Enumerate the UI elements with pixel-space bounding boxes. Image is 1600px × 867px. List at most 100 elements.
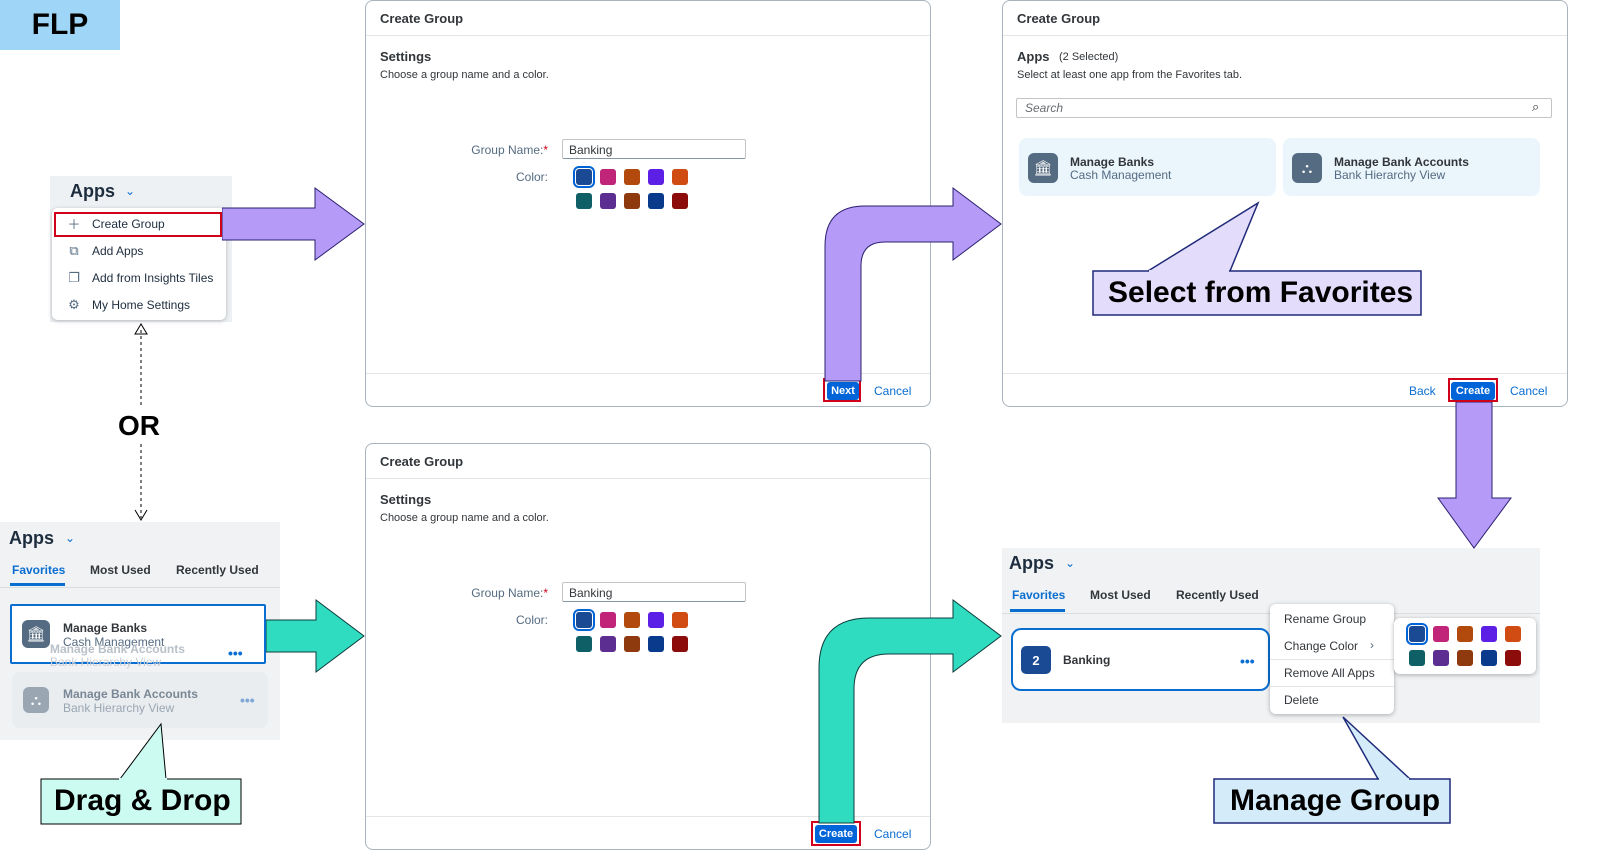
color-swatch[interactable]: [672, 636, 688, 652]
color-swatch[interactable]: [624, 169, 640, 185]
color-swatch[interactable]: [1481, 650, 1497, 666]
color-swatch[interactable]: [672, 169, 688, 185]
color-swatch[interactable]: [576, 636, 592, 652]
search-input[interactable]: Search: [1016, 98, 1552, 118]
color-swatch[interactable]: [672, 193, 688, 209]
cancel-button[interactable]: Cancel: [874, 827, 911, 841]
teal-arrow-bent: [818, 599, 1002, 824]
tab-recently-used[interactable]: Recently Used: [176, 563, 259, 577]
chevron-right-icon: ›: [1370, 638, 1374, 652]
menu-divider: [1270, 686, 1394, 687]
create-highlight: [1448, 378, 1498, 402]
color-swatch[interactable]: [1505, 650, 1521, 666]
tab-divider: [0, 587, 280, 588]
cancel-button[interactable]: Cancel: [1510, 384, 1547, 398]
group-count-badge: 2: [1021, 646, 1051, 674]
menu-item-label: Add Apps: [92, 243, 144, 258]
chevron-down-icon[interactable]: ⌄: [125, 184, 135, 198]
tab-most-used[interactable]: Most Used: [1090, 588, 1151, 602]
color-swatch[interactable]: [600, 636, 616, 652]
add-app-icon: ⧉: [69, 242, 79, 258]
teal-arrow-right: [266, 599, 365, 673]
menu-item-home-settings[interactable]: ⚙ My Home Settings: [52, 291, 226, 318]
chevron-down-icon[interactable]: ⌄: [1065, 556, 1075, 570]
apps-title: Apps: [9, 528, 54, 548]
copy-icon: ❐: [68, 269, 80, 285]
color-swatch[interactable]: [624, 193, 640, 209]
back-button[interactable]: Back: [1409, 384, 1436, 398]
color-swatch[interactable]: [573, 609, 595, 631]
section-subtitle: Select at least one app from the Favorit…: [1017, 69, 1243, 81]
color-swatch[interactable]: [1457, 626, 1473, 642]
dialog-title: Create Group: [380, 454, 464, 469]
tab-recently-used[interactable]: Recently Used: [1176, 588, 1259, 602]
tile-subtitle: Cash Management: [1070, 168, 1172, 182]
color-swatch[interactable]: [1481, 626, 1497, 642]
color-swatch[interactable]: [1406, 623, 1428, 645]
manage-group-label: Manage Group: [1230, 784, 1441, 817]
more-icon[interactable]: •••: [1240, 653, 1255, 669]
color-swatch[interactable]: [1457, 650, 1473, 666]
hierarchy-icon: ⛬: [23, 687, 49, 713]
tab-favorites[interactable]: Favorites: [12, 563, 65, 577]
menu-item-change-color[interactable]: Change Color: [1284, 639, 1358, 653]
section-title: Settings: [380, 492, 432, 507]
group-name-input[interactable]: Banking: [562, 582, 746, 602]
dialog-title: Create Group: [380, 11, 464, 26]
search-icon[interactable]: ⌕: [1532, 99, 1539, 115]
color-swatch[interactable]: [648, 612, 664, 628]
footer-divider: [1003, 373, 1567, 374]
tab-favorites[interactable]: Favorites: [1012, 588, 1065, 602]
color-swatch[interactable]: [1433, 626, 1449, 642]
color-swatch[interactable]: [648, 636, 664, 652]
section-subtitle: Choose a group name and a color.: [380, 69, 549, 81]
menu-item-rename-group[interactable]: Rename Group: [1284, 612, 1366, 626]
tile-title: Manage Banks: [1070, 155, 1155, 169]
color-swatch[interactable]: [1433, 650, 1449, 666]
select-favorites-label: Select from Favorites: [1108, 276, 1414, 309]
menu-item-remove-all-apps[interactable]: Remove All Apps: [1284, 666, 1375, 680]
color-swatch[interactable]: [1409, 650, 1425, 666]
color-swatch[interactable]: [576, 193, 592, 209]
ghost-tile-subtitle: Bank Hierarchy View: [50, 655, 162, 669]
section-subtitle: Choose a group name and a color.: [380, 512, 549, 524]
group-name-input[interactable]: Banking: [562, 139, 746, 159]
tile-title: Manage Bank Accounts: [1334, 155, 1469, 169]
ghost-tile-title: Manage Bank Accounts: [50, 642, 185, 656]
tile-title: Manage Banks: [63, 621, 148, 635]
cancel-button[interactable]: Cancel: [874, 384, 911, 398]
color-swatch[interactable]: [624, 612, 640, 628]
hierarchy-icon: ⛬: [1292, 153, 1322, 183]
more-icon[interactable]: •••: [240, 692, 255, 708]
group-name: Banking: [1063, 653, 1111, 667]
menu-item-add-insights[interactable]: ❐ Add from Insights Tiles: [52, 264, 226, 291]
purple-arrow-bent: [824, 187, 1002, 382]
or-label: OR: [118, 410, 160, 441]
chevron-down-icon[interactable]: ⌄: [65, 531, 75, 545]
flp-label: FLP: [0, 0, 120, 50]
user-settings-icon: ⚙: [68, 296, 80, 312]
tile-subtitle: Bank Hierarchy View: [63, 701, 175, 715]
drag-drop-label: Drag & Drop: [54, 784, 231, 817]
header-divider: [366, 478, 930, 479]
group-name-label: Group Name:*: [471, 586, 548, 600]
purple-arrow-right: [222, 187, 365, 261]
menu-item-add-apps[interactable]: ⧉ Add Apps: [52, 237, 226, 264]
color-swatch[interactable]: [573, 166, 595, 188]
menu-divider: [1270, 659, 1394, 660]
color-swatch[interactable]: [600, 193, 616, 209]
color-swatch[interactable]: [600, 612, 616, 628]
color-swatch[interactable]: [1505, 626, 1521, 642]
color-swatch[interactable]: [648, 193, 664, 209]
color-swatch[interactable]: [672, 612, 688, 628]
purple-arrow-down: [1437, 402, 1512, 549]
color-swatch[interactable]: [600, 169, 616, 185]
color-swatch[interactable]: [624, 636, 640, 652]
more-icon[interactable]: •••: [228, 645, 243, 661]
color-swatch[interactable]: [648, 169, 664, 185]
color-label: Color:: [515, 170, 548, 184]
tile-title: Manage Bank Accounts: [63, 687, 198, 701]
tab-most-used[interactable]: Most Used: [90, 563, 151, 577]
apps-title: Apps: [70, 181, 115, 201]
menu-item-delete[interactable]: Delete: [1284, 693, 1319, 707]
